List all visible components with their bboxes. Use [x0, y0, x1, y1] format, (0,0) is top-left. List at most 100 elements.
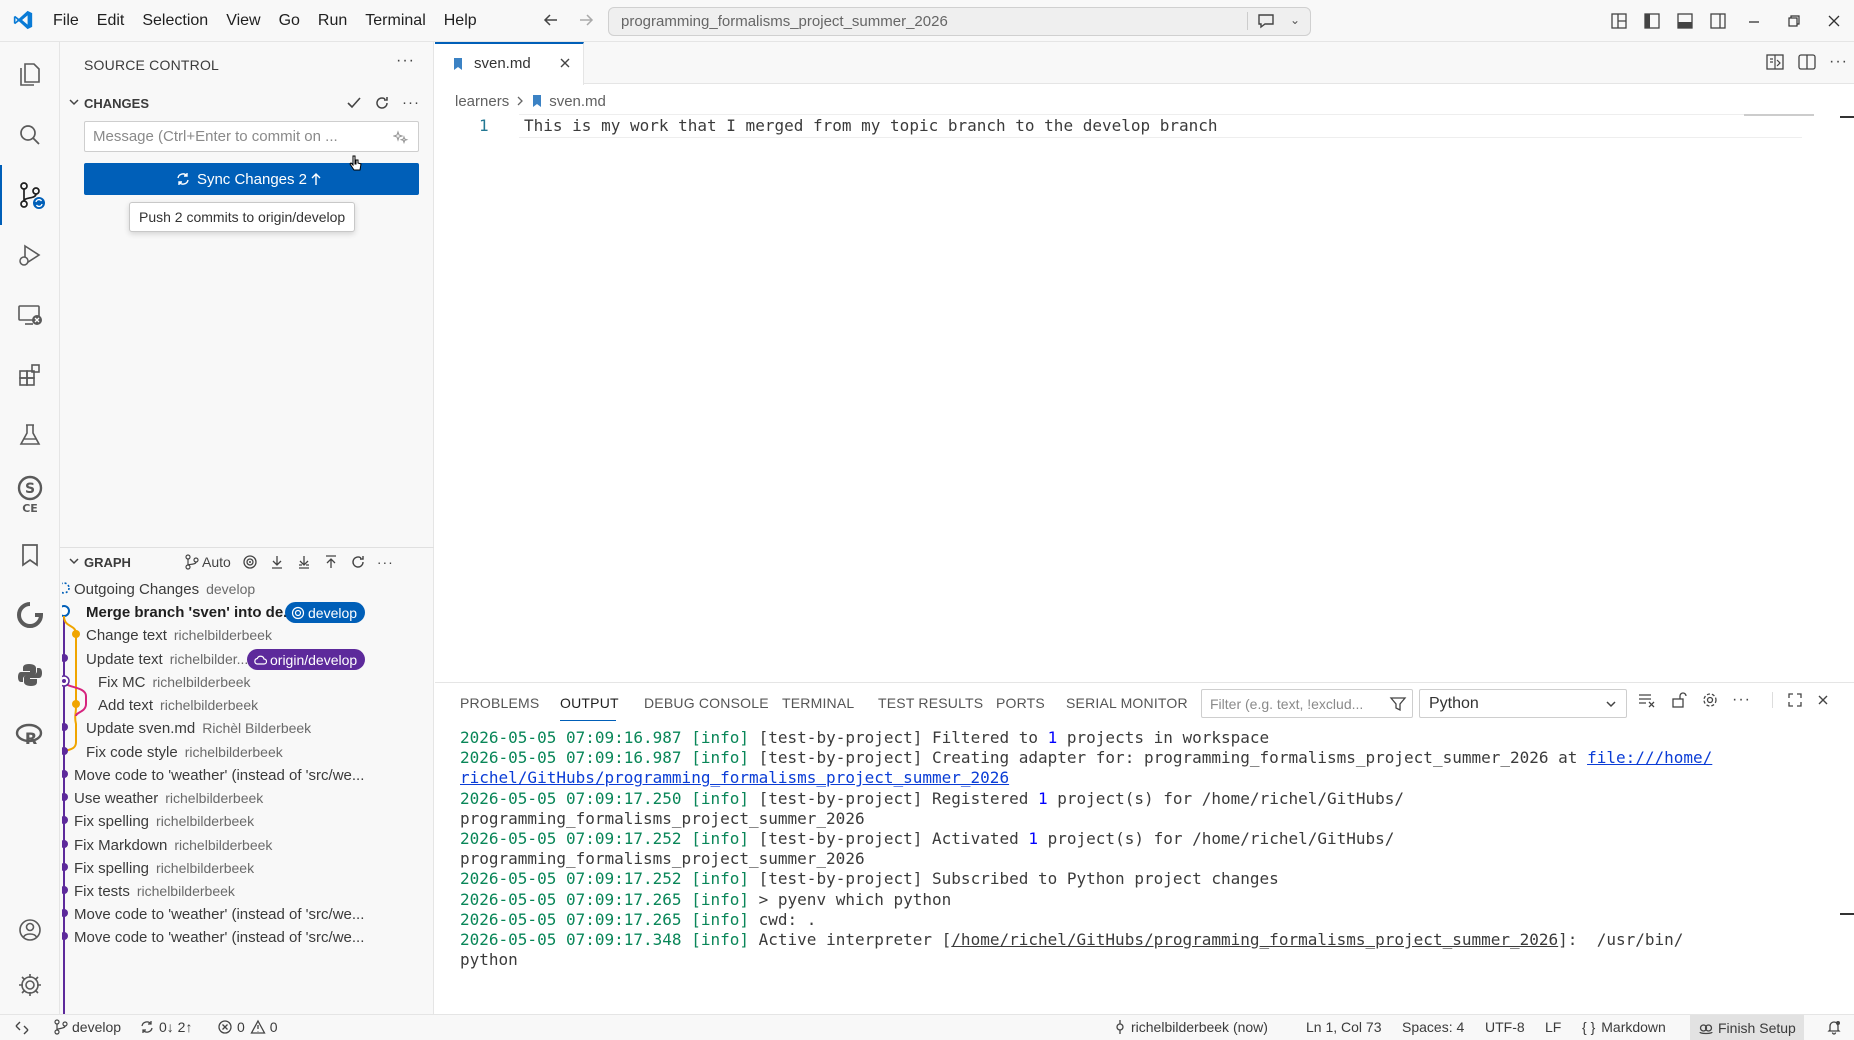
- problems-status[interactable]: 0 0: [217, 1019, 278, 1035]
- git-blame-status[interactable]: richelbilderbeek (now): [1113, 1019, 1268, 1035]
- tab-problems[interactable]: PROBLEMS: [460, 695, 539, 711]
- graph-commit-row[interactable]: Fix spelling richelbilderbeek: [60, 808, 434, 835]
- filter-input[interactable]: [1202, 690, 1378, 717]
- more-actions-icon[interactable]: ···: [1829, 53, 1848, 71]
- target-icon[interactable]: [242, 554, 258, 570]
- remote-indicator-icon[interactable]: [0, 1015, 44, 1040]
- changes-section-header[interactable]: CHANGES ···: [60, 90, 434, 118]
- menu-go[interactable]: Go: [270, 0, 309, 42]
- menu-view[interactable]: View: [217, 0, 269, 42]
- eol-status[interactable]: LF: [1545, 1019, 1561, 1035]
- chevron-down-icon[interactable]: ⌄: [1290, 13, 1300, 27]
- indentation-status[interactable]: Spaces: 4: [1402, 1019, 1464, 1035]
- file-link[interactable]: file:///home/: [1587, 748, 1712, 767]
- menu-selection[interactable]: Selection: [133, 0, 217, 42]
- sparkle-icon[interactable]: [393, 129, 409, 145]
- notifications-bell-icon[interactable]: [1826, 1019, 1846, 1035]
- language-mode[interactable]: { } Markdown: [1582, 1019, 1666, 1035]
- file-link[interactable]: richel/GitHubs/programming_formalisms_pr…: [460, 768, 1009, 787]
- more-actions-icon[interactable]: ···: [1732, 691, 1751, 709]
- more-actions-icon[interactable]: ···: [377, 554, 394, 570]
- bookmark-icon[interactable]: [0, 525, 60, 585]
- more-actions-icon[interactable]: ···: [402, 94, 420, 111]
- branch-status[interactable]: develop: [54, 1019, 121, 1035]
- graph-section-header[interactable]: GRAPH Auto ···: [60, 547, 434, 575]
- restore-icon[interactable]: [1774, 0, 1814, 42]
- lock-scroll-icon[interactable]: [1670, 691, 1688, 709]
- copilot-chat-icon[interactable]: [1247, 12, 1276, 30]
- explorer-icon[interactable]: [0, 44, 60, 104]
- menu-file[interactable]: File: [44, 0, 88, 42]
- tab-output[interactable]: OUTPUT: [560, 695, 619, 711]
- breadcrumb-folder[interactable]: learners: [455, 93, 509, 110]
- sync-changes-button[interactable]: Sync Changes 2: [84, 163, 419, 195]
- breadcrumb-file[interactable]: sven.md: [549, 93, 606, 110]
- gitkraken-icon[interactable]: [0, 585, 60, 645]
- tab-serial-monitor[interactable]: SERIAL MONITOR: [1066, 695, 1188, 711]
- close-panel-icon[interactable]: [1816, 693, 1830, 707]
- graph-commit-row[interactable]: Move code to 'weather' (instead of 'src/…: [60, 924, 434, 951]
- accounts-icon[interactable]: [0, 900, 60, 960]
- menu-help[interactable]: Help: [435, 0, 486, 42]
- commit-check-icon[interactable]: [346, 95, 362, 111]
- tab-debug-console[interactable]: DEBUG CONSOLE: [644, 695, 769, 711]
- output-log[interactable]: 2026-05-05 07:09:16.987 [info] [test-by-…: [460, 728, 1840, 970]
- remote-branch-badge[interactable]: origin/develop: [247, 649, 366, 670]
- refresh-icon[interactable]: [350, 554, 366, 570]
- output-channel-select[interactable]: Python: [1419, 689, 1627, 718]
- commit-message-input[interactable]: [84, 121, 419, 152]
- customize-layout-icon[interactable]: [1602, 0, 1635, 42]
- more-actions-icon[interactable]: ···: [396, 52, 415, 70]
- graph-commit-row[interactable]: Change text richelbilderbeek: [60, 622, 434, 649]
- toggle-primary-sidebar-icon[interactable]: [1635, 0, 1668, 42]
- settings-gear-icon[interactable]: [1701, 691, 1719, 709]
- python-icon[interactable]: [0, 645, 60, 705]
- encoding-status[interactable]: UTF-8: [1485, 1019, 1525, 1035]
- settings-gear-icon[interactable]: [0, 955, 60, 1015]
- chevron-down-icon[interactable]: [67, 554, 81, 568]
- command-center-search[interactable]: programming_formalisms_project_summer_20…: [608, 7, 1311, 36]
- menu-terminal[interactable]: Terminal: [356, 0, 434, 42]
- search-icon[interactable]: [0, 105, 60, 165]
- menu-edit[interactable]: Edit: [88, 0, 134, 42]
- minimize-icon[interactable]: [1734, 0, 1774, 42]
- close-window-icon[interactable]: [1814, 0, 1854, 42]
- remote-explorer-icon[interactable]: [0, 285, 60, 345]
- chevron-down-icon[interactable]: [67, 95, 81, 109]
- minimap[interactable]: [1744, 114, 1814, 116]
- tab-sven-md[interactable]: sven.md: [435, 42, 584, 85]
- clear-output-icon[interactable]: [1637, 691, 1657, 709]
- file-link[interactable]: /home/richel/GitHubs/programming_formali…: [951, 930, 1558, 949]
- commit-message-field[interactable]: [85, 122, 375, 151]
- arrow-right-icon[interactable]: [576, 10, 596, 30]
- r-language-icon[interactable]: R: [0, 705, 60, 765]
- testing-flask-icon[interactable]: [0, 405, 60, 465]
- fetch-icon[interactable]: [269, 554, 285, 570]
- open-preview-icon[interactable]: [1765, 52, 1785, 72]
- finish-setup-button[interactable]: Finish Setup: [1690, 1015, 1804, 1040]
- tab-terminal[interactable]: TERMINAL: [782, 695, 854, 711]
- sonarlint-ce-icon[interactable]: S CE: [0, 465, 60, 525]
- toggle-secondary-sidebar-icon[interactable]: [1701, 0, 1734, 42]
- filter-icon[interactable]: [1389, 695, 1407, 713]
- arrow-left-icon[interactable]: [541, 10, 561, 30]
- menu-run[interactable]: Run: [309, 0, 356, 42]
- refresh-icon[interactable]: [374, 95, 390, 111]
- code-line[interactable]: This is my work that I merged from my to…: [524, 116, 1218, 135]
- close-tab-icon[interactable]: [558, 56, 572, 70]
- pull-icon[interactable]: [296, 554, 312, 570]
- tab-test-results[interactable]: TEST RESULTS: [878, 695, 983, 711]
- run-debug-icon[interactable]: [0, 225, 60, 285]
- branch-auto-button[interactable]: Auto: [184, 554, 231, 570]
- editor-scrollbar[interactable]: [1840, 116, 1854, 118]
- split-editor-icon[interactable]: [1797, 52, 1817, 72]
- local-branch-badge[interactable]: develop: [285, 602, 366, 623]
- toggle-panel-icon[interactable]: [1668, 0, 1701, 42]
- code-editor[interactable]: 1 This is my work that I merged from my …: [435, 112, 1854, 682]
- panel-scrollbar[interactable]: [1840, 913, 1854, 915]
- sync-status[interactable]: 0↓ 2↑: [139, 1019, 192, 1035]
- tab-ports[interactable]: PORTS: [996, 695, 1045, 711]
- extensions-icon[interactable]: [0, 345, 60, 405]
- push-icon[interactable]: [323, 554, 339, 570]
- maximize-panel-icon[interactable]: [1771, 692, 1803, 708]
